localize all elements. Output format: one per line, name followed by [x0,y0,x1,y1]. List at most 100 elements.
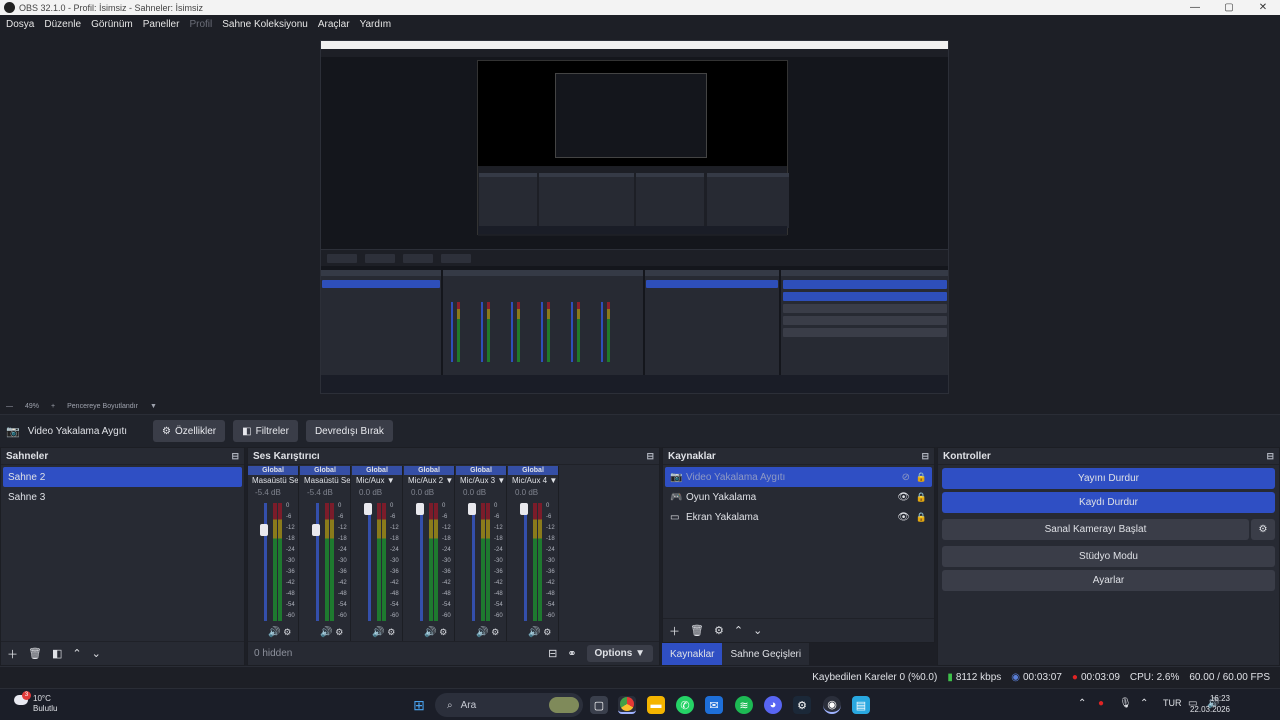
speaker-icon[interactable]: 🔊 [476,627,488,638]
mail-icon[interactable]: ✉ [705,696,723,714]
menu-edit[interactable]: Düzenle [44,19,81,30]
chrome-icon[interactable] [618,696,636,714]
obs-taskbar-icon[interactable]: ◉ [823,696,841,714]
menu-view[interactable]: Görünüm [91,19,133,30]
spotify-icon[interactable]: ≋ [735,696,753,714]
chevron-down-icon[interactable]: ⌄ [92,647,101,660]
source-item[interactable]: 📷 Video Yakalama Aygıtı ⊘ 🔒 [665,467,932,487]
steam-icon[interactable]: ⚙ [793,696,811,714]
options-dropdown[interactable]: Options ▼ [586,645,653,662]
filter-icon[interactable]: ◧ [52,647,62,660]
task-view-icon[interactable]: ▢ [590,696,608,714]
eye-icon[interactable]: 👁 [897,512,910,523]
undock-icon[interactable]: ⊟ [1266,451,1274,462]
speaker-icon[interactable]: 🔊 [528,627,540,638]
source-item[interactable]: ▭ Ekran Yakalama 👁 🔒 [665,507,932,527]
scene-item[interactable]: Sahne 3 [3,487,242,507]
volume-slider-handle[interactable] [416,503,424,515]
volume-slider[interactable] [420,503,423,621]
stop-recording-button[interactable]: Kaydı Durdur [942,492,1275,513]
volume-slider[interactable] [524,503,527,621]
chevron-up-icon[interactable]: ⌃ [1140,698,1148,709]
channel-name[interactable]: Mic/Aux ▼ [352,475,402,487]
tab-sources[interactable]: Kaynaklar [662,643,723,665]
windows-start-icon[interactable]: ⊞ [410,696,428,714]
speaker-icon[interactable]: 🔊 [372,627,384,638]
channel-name[interactable]: Mic/Aux 2 ▼ [404,475,454,487]
volume-slider-handle[interactable] [260,524,268,537]
menu-tools[interactable]: Araçlar [318,19,350,30]
gear-icon[interactable]: ⚙ [439,627,447,637]
zoom-in-button[interactable]: + [51,403,55,410]
menu-help[interactable]: Yardım [360,19,392,30]
eye-slash-icon[interactable]: ⊘ [902,472,910,483]
lock-icon[interactable]: 🔒 [916,512,927,523]
zoom-dropdown-button[interactable]: ▼ [150,403,157,410]
language-indicator[interactable]: TUR [1163,698,1182,708]
settings-button[interactable]: Ayarlar [942,570,1275,591]
add-icon[interactable]: ＋ [669,623,680,639]
link-icon[interactable]: ⚭ [567,647,576,660]
taskbar-search[interactable]: ⌕ Ara [435,693,583,717]
speaker-icon[interactable]: 🔊 [320,627,332,638]
filters-button[interactable]: ◧ Filtreler [233,420,298,442]
undock-icon[interactable]: ⊟ [921,451,929,462]
gear-icon[interactable]: ⚙ [543,627,551,637]
menu-file[interactable]: Dosya [6,19,34,30]
trash-icon[interactable]: 🗑 [28,647,42,660]
volume-slider[interactable] [316,503,319,621]
eye-icon[interactable]: 👁 [897,492,910,503]
file-explorer-icon[interactable]: ▬ [647,696,665,714]
volume-slider[interactable] [368,503,371,621]
volume-slider[interactable] [472,503,475,621]
tab-scene-transitions[interactable]: Sahne Geçişleri [722,643,810,665]
speaker-icon[interactable]: 🔊 [424,627,436,638]
close-button[interactable]: ✕ [1246,0,1280,15]
channel-name[interactable]: Mic/Aux 4 ▼ [508,475,558,487]
gear-icon[interactable]: ⚙ [335,627,343,637]
undock-icon[interactable]: ⊟ [231,451,239,462]
volume-slider[interactable] [264,503,267,621]
menu-docks[interactable]: Paneller [143,19,180,30]
channel-name[interactable]: Masaüstü Ses ▼ [248,475,298,487]
gear-icon[interactable]: ⚙ [491,627,499,637]
stop-streaming-button[interactable]: Yayını Durdur [942,468,1275,489]
speaker-icon[interactable]: 🔊 [268,627,280,638]
channel-name[interactable]: Masaüstü Ses 2 ▼ [300,475,350,487]
add-icon[interactable]: ＋ [7,646,18,662]
app-icon[interactable]: ▤ [852,696,870,714]
gear-icon[interactable]: ⚙ [714,624,724,637]
channel-name[interactable]: Mic/Aux 3 ▼ [456,475,506,487]
discord-icon[interactable]: ◕ [764,696,782,714]
undock-icon[interactable]: ⊟ [646,451,654,462]
taskbar-clock[interactable]: 16:23 22.03.2026 [1190,693,1230,715]
chevron-up-icon[interactable]: ⌃ [72,647,81,660]
menu-scene-collection[interactable]: Sahne Koleksiyonu [222,19,308,30]
minimize-button[interactable]: — [1178,0,1212,15]
zoom-out-button[interactable]: — [6,403,13,410]
lock-icon[interactable]: 🔒 [916,472,927,483]
gear-icon[interactable]: ⚙ [283,627,291,637]
maximize-button[interactable]: ▢ [1212,0,1246,15]
preview-area[interactable] [0,33,1280,399]
volume-slider-handle[interactable] [520,503,528,515]
volume-slider-handle[interactable] [468,503,476,515]
volume-slider-handle[interactable] [312,524,320,537]
properties-button[interactable]: ⚙ Özellikler [153,420,226,442]
trash-icon[interactable]: 🗑 [690,624,704,637]
start-virtual-camera-button[interactable]: Sanal Kamerayı Başlat [942,519,1249,540]
chevron-down-icon[interactable]: ⌄ [753,624,762,637]
virtual-camera-settings-icon[interactable]: ⚙ [1251,519,1275,540]
chevron-up-icon[interactable]: ⌃ [734,624,743,637]
layout-icon[interactable]: ⊟ [548,647,557,660]
whatsapp-icon[interactable]: ✆ [676,696,694,714]
volume-slider-handle[interactable] [364,503,372,515]
record-tray-icon[interactable]: ● [1098,698,1104,709]
deactivate-button[interactable]: Devredışı Bırak [305,420,393,442]
gear-icon[interactable]: ⚙ [387,627,395,637]
menu-profile[interactable]: Profil [189,19,212,30]
source-item[interactable]: 🎮 Oyun Yakalama 👁 🔒 [665,487,932,507]
scene-item[interactable]: Sahne 2 [3,467,242,487]
studio-mode-button[interactable]: Stüdyo Modu [942,546,1275,567]
microphone-icon[interactable]: 🎙 [1119,698,1132,709]
